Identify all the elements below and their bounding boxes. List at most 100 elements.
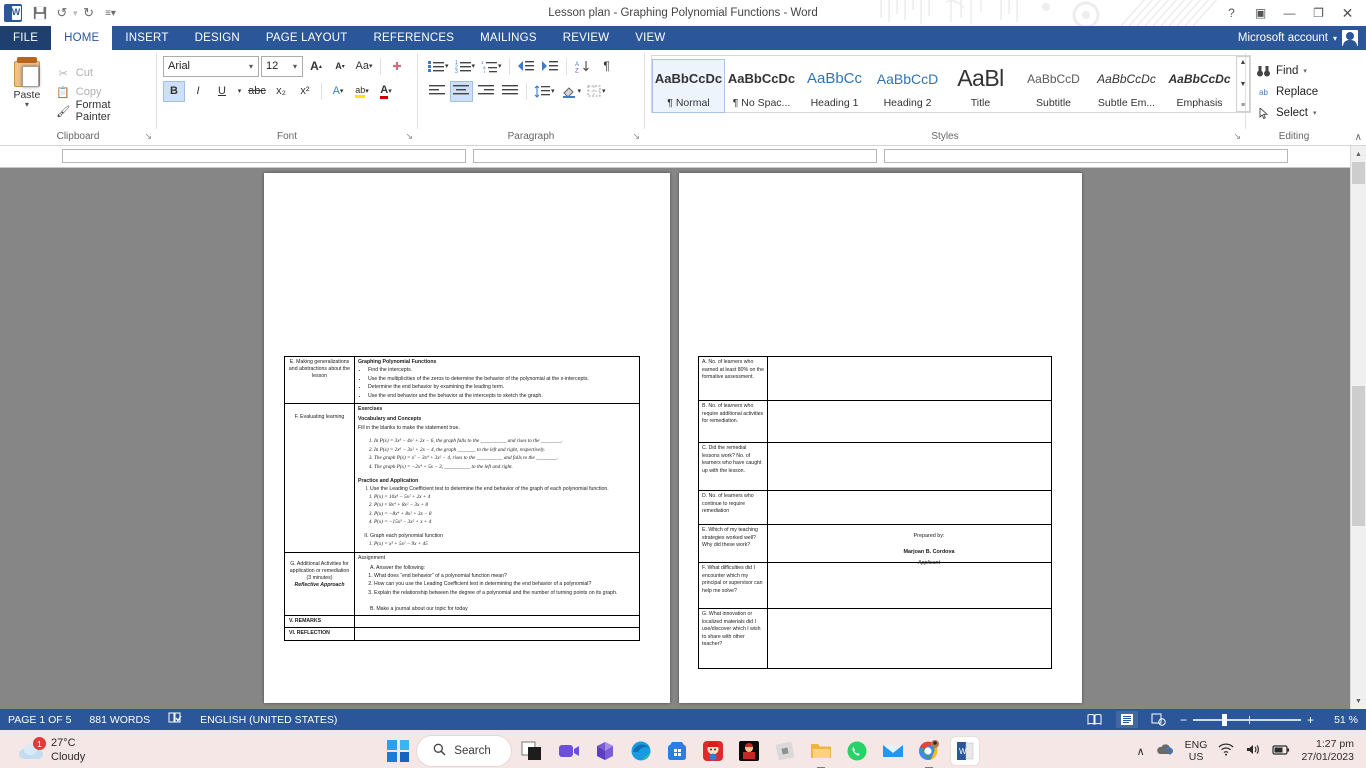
font-color-button[interactable]: A ▾ <box>375 81 397 102</box>
select-button[interactable]: Select ▾ <box>1252 103 1338 124</box>
zoom-out-button[interactable]: − <box>1180 713 1187 727</box>
whatsapp-icon[interactable] <box>843 737 871 765</box>
word-count[interactable]: 881 WORDS <box>89 714 150 726</box>
increase-indent-button[interactable] <box>539 56 561 77</box>
zoom-in-button[interactable]: + <box>1307 713 1314 727</box>
language-indicator[interactable]: ENG US <box>1185 739 1208 763</box>
close-button[interactable]: ✕ <box>1333 1 1362 25</box>
strikethrough-button[interactable]: abc <box>246 81 268 102</box>
reflection-answer-a[interactable] <box>767 356 1052 401</box>
word-icon[interactable]: W <box>950 737 979 765</box>
style-heading-2[interactable]: AaBbCcD Heading 2 <box>871 59 944 113</box>
search-input[interactable]: Search <box>417 736 511 766</box>
tab-page-layout[interactable]: PAGE LAYOUT <box>253 26 361 50</box>
minimize-button[interactable]: — <box>1275 1 1304 25</box>
decrease-indent-button[interactable] <box>515 56 537 77</box>
ribbon-display-options-button[interactable]: ▣ <box>1246 1 1275 25</box>
tab-insert[interactable]: INSERT <box>112 26 181 50</box>
styles-dialog-launcher-icon[interactable]: ↘ <box>1233 131 1241 142</box>
show-hidden-icons-icon[interactable]: ∧ <box>1137 745 1145 758</box>
styles-more-icon[interactable]: ≡ <box>1241 102 1245 109</box>
bold-button[interactable]: B <box>163 80 185 102</box>
taskview-icon[interactable] <box>519 737 547 765</box>
scroll-up-icon[interactable]: ▲ <box>1351 146 1366 162</box>
tab-file[interactable]: FILE <box>0 26 52 50</box>
vertical-scrollbar[interactable]: ▲ ▼ <box>1350 146 1366 709</box>
reflection-answer-d[interactable] <box>767 490 1052 525</box>
game-icon[interactable] <box>699 737 727 765</box>
replace-button[interactable]: ab Replace <box>1252 82 1338 103</box>
zoom-track[interactable] <box>1192 713 1301 726</box>
proofing-icon[interactable] <box>168 712 182 727</box>
zoom-thumb[interactable] <box>1222 713 1228 726</box>
roblox-icon[interactable] <box>771 737 799 765</box>
ruler-page-right[interactable] <box>884 149 1288 163</box>
style-heading-1[interactable]: AaBbCc Heading 1 <box>798 59 871 113</box>
chevron-down-icon[interactable]: ▾ <box>25 101 29 109</box>
format-painter-button[interactable]: 🖌 Format Painter <box>52 99 152 123</box>
document-page-right[interactable]: A. No. of learners who earned at least 8… <box>679 173 1082 703</box>
wifi-icon[interactable] <box>1218 743 1234 759</box>
scroll-down-icon[interactable]: ▼ <box>1351 693 1366 709</box>
account-menu[interactable]: Microsoft account ▾ <box>1238 26 1366 50</box>
underline-caret-icon[interactable]: ▾ <box>235 81 244 102</box>
style-title[interactable]: AaBl Title <box>944 59 1017 113</box>
show-formatting-marks-button[interactable]: ¶ <box>596 56 618 77</box>
clock[interactable]: 1:27 pm 27/01/2023 <box>1301 738 1354 763</box>
clipboard-dialog-launcher-icon[interactable]: ↘ <box>144 131 152 142</box>
shading-button[interactable]: ▾ <box>559 81 584 102</box>
mail-icon[interactable] <box>879 737 907 765</box>
italic-button[interactable]: I <box>187 81 209 102</box>
tab-view[interactable]: VIEW <box>622 26 678 50</box>
font-dialog-launcher-icon[interactable]: ↘ <box>405 131 413 142</box>
font-size-combo[interactable]: 12 ▾ <box>261 55 303 77</box>
tab-design[interactable]: DESIGN <box>182 26 253 50</box>
borders-button[interactable]: ▾ <box>585 81 608 102</box>
chrome-icon[interactable] <box>915 737 943 768</box>
read-mode-button[interactable] <box>1084 711 1106 728</box>
style-normal[interactable]: AaBbCcDc ¶ Normal <box>652 59 725 113</box>
save-icon[interactable] <box>29 2 51 24</box>
underline-button[interactable]: U <box>211 81 233 102</box>
clear-formatting-icon[interactable]: ✚ <box>386 56 408 77</box>
text-effects-button[interactable]: A ▾ <box>327 81 349 102</box>
font-family-combo[interactable]: Arial ▾ <box>163 55 259 77</box>
print-layout-button[interactable] <box>1115 711 1138 728</box>
chevron-down-icon[interactable]: ▾ <box>1313 109 1317 117</box>
page-indicator[interactable]: PAGE 1 OF 5 <box>8 714 71 726</box>
shrink-font-button[interactable]: A ▾ <box>329 56 351 77</box>
zoom-level[interactable]: 51 % <box>1324 714 1358 726</box>
sort-button[interactable]: AZ <box>572 56 594 77</box>
zoom-slider[interactable]: − + <box>1180 713 1314 727</box>
scroll-thumb-upper[interactable] <box>1352 162 1365 184</box>
paste-button[interactable]: Paste ▾ <box>4 55 50 129</box>
file-explorer-icon[interactable] <box>807 737 835 768</box>
tab-mailings[interactable]: MAILINGS <box>467 26 550 50</box>
change-case-button[interactable]: Aa ▾ <box>353 56 375 77</box>
style-subtitle[interactable]: AaBbCcD Subtitle <box>1017 59 1090 113</box>
collapse-ribbon-icon[interactable]: ∧ <box>1355 132 1362 143</box>
multilevel-list-button[interactable]: 1ai ▾ <box>479 56 504 77</box>
numbering-button[interactable]: 123 ▾ <box>453 56 478 77</box>
help-button[interactable]: ? <box>1217 1 1246 25</box>
style-no-spacing[interactable]: AaBbCcDc ¶ No Spac... <box>725 59 798 113</box>
volume-icon[interactable] <box>1245 743 1261 759</box>
row-content-reflection[interactable] <box>354 626 640 641</box>
redo-icon[interactable]: ↻ <box>78 2 100 24</box>
align-left-button[interactable] <box>426 81 448 102</box>
battery-icon[interactable] <box>1272 744 1290 759</box>
tab-references[interactable]: REFERENCES <box>361 26 468 50</box>
bullets-button[interactable]: ▾ <box>426 56 451 77</box>
avatar[interactable] <box>1342 30 1358 46</box>
row-content-remarks[interactable] <box>354 614 640 628</box>
ruler-page-middle[interactable] <box>473 149 877 163</box>
chevron-down-icon[interactable]: ▾ <box>1303 67 1307 75</box>
align-right-button[interactable] <box>475 81 497 102</box>
reflection-answer-c[interactable] <box>767 442 1052 491</box>
edge-icon[interactable] <box>627 737 655 765</box>
justify-button[interactable] <box>499 81 521 102</box>
horizontal-ruler[interactable] <box>0 146 1366 168</box>
microsoft-store-icon[interactable] <box>663 737 691 765</box>
text-highlight-button[interactable]: ab ▾ <box>351 81 373 102</box>
paragraph-dialog-launcher-icon[interactable]: ↘ <box>632 131 640 142</box>
